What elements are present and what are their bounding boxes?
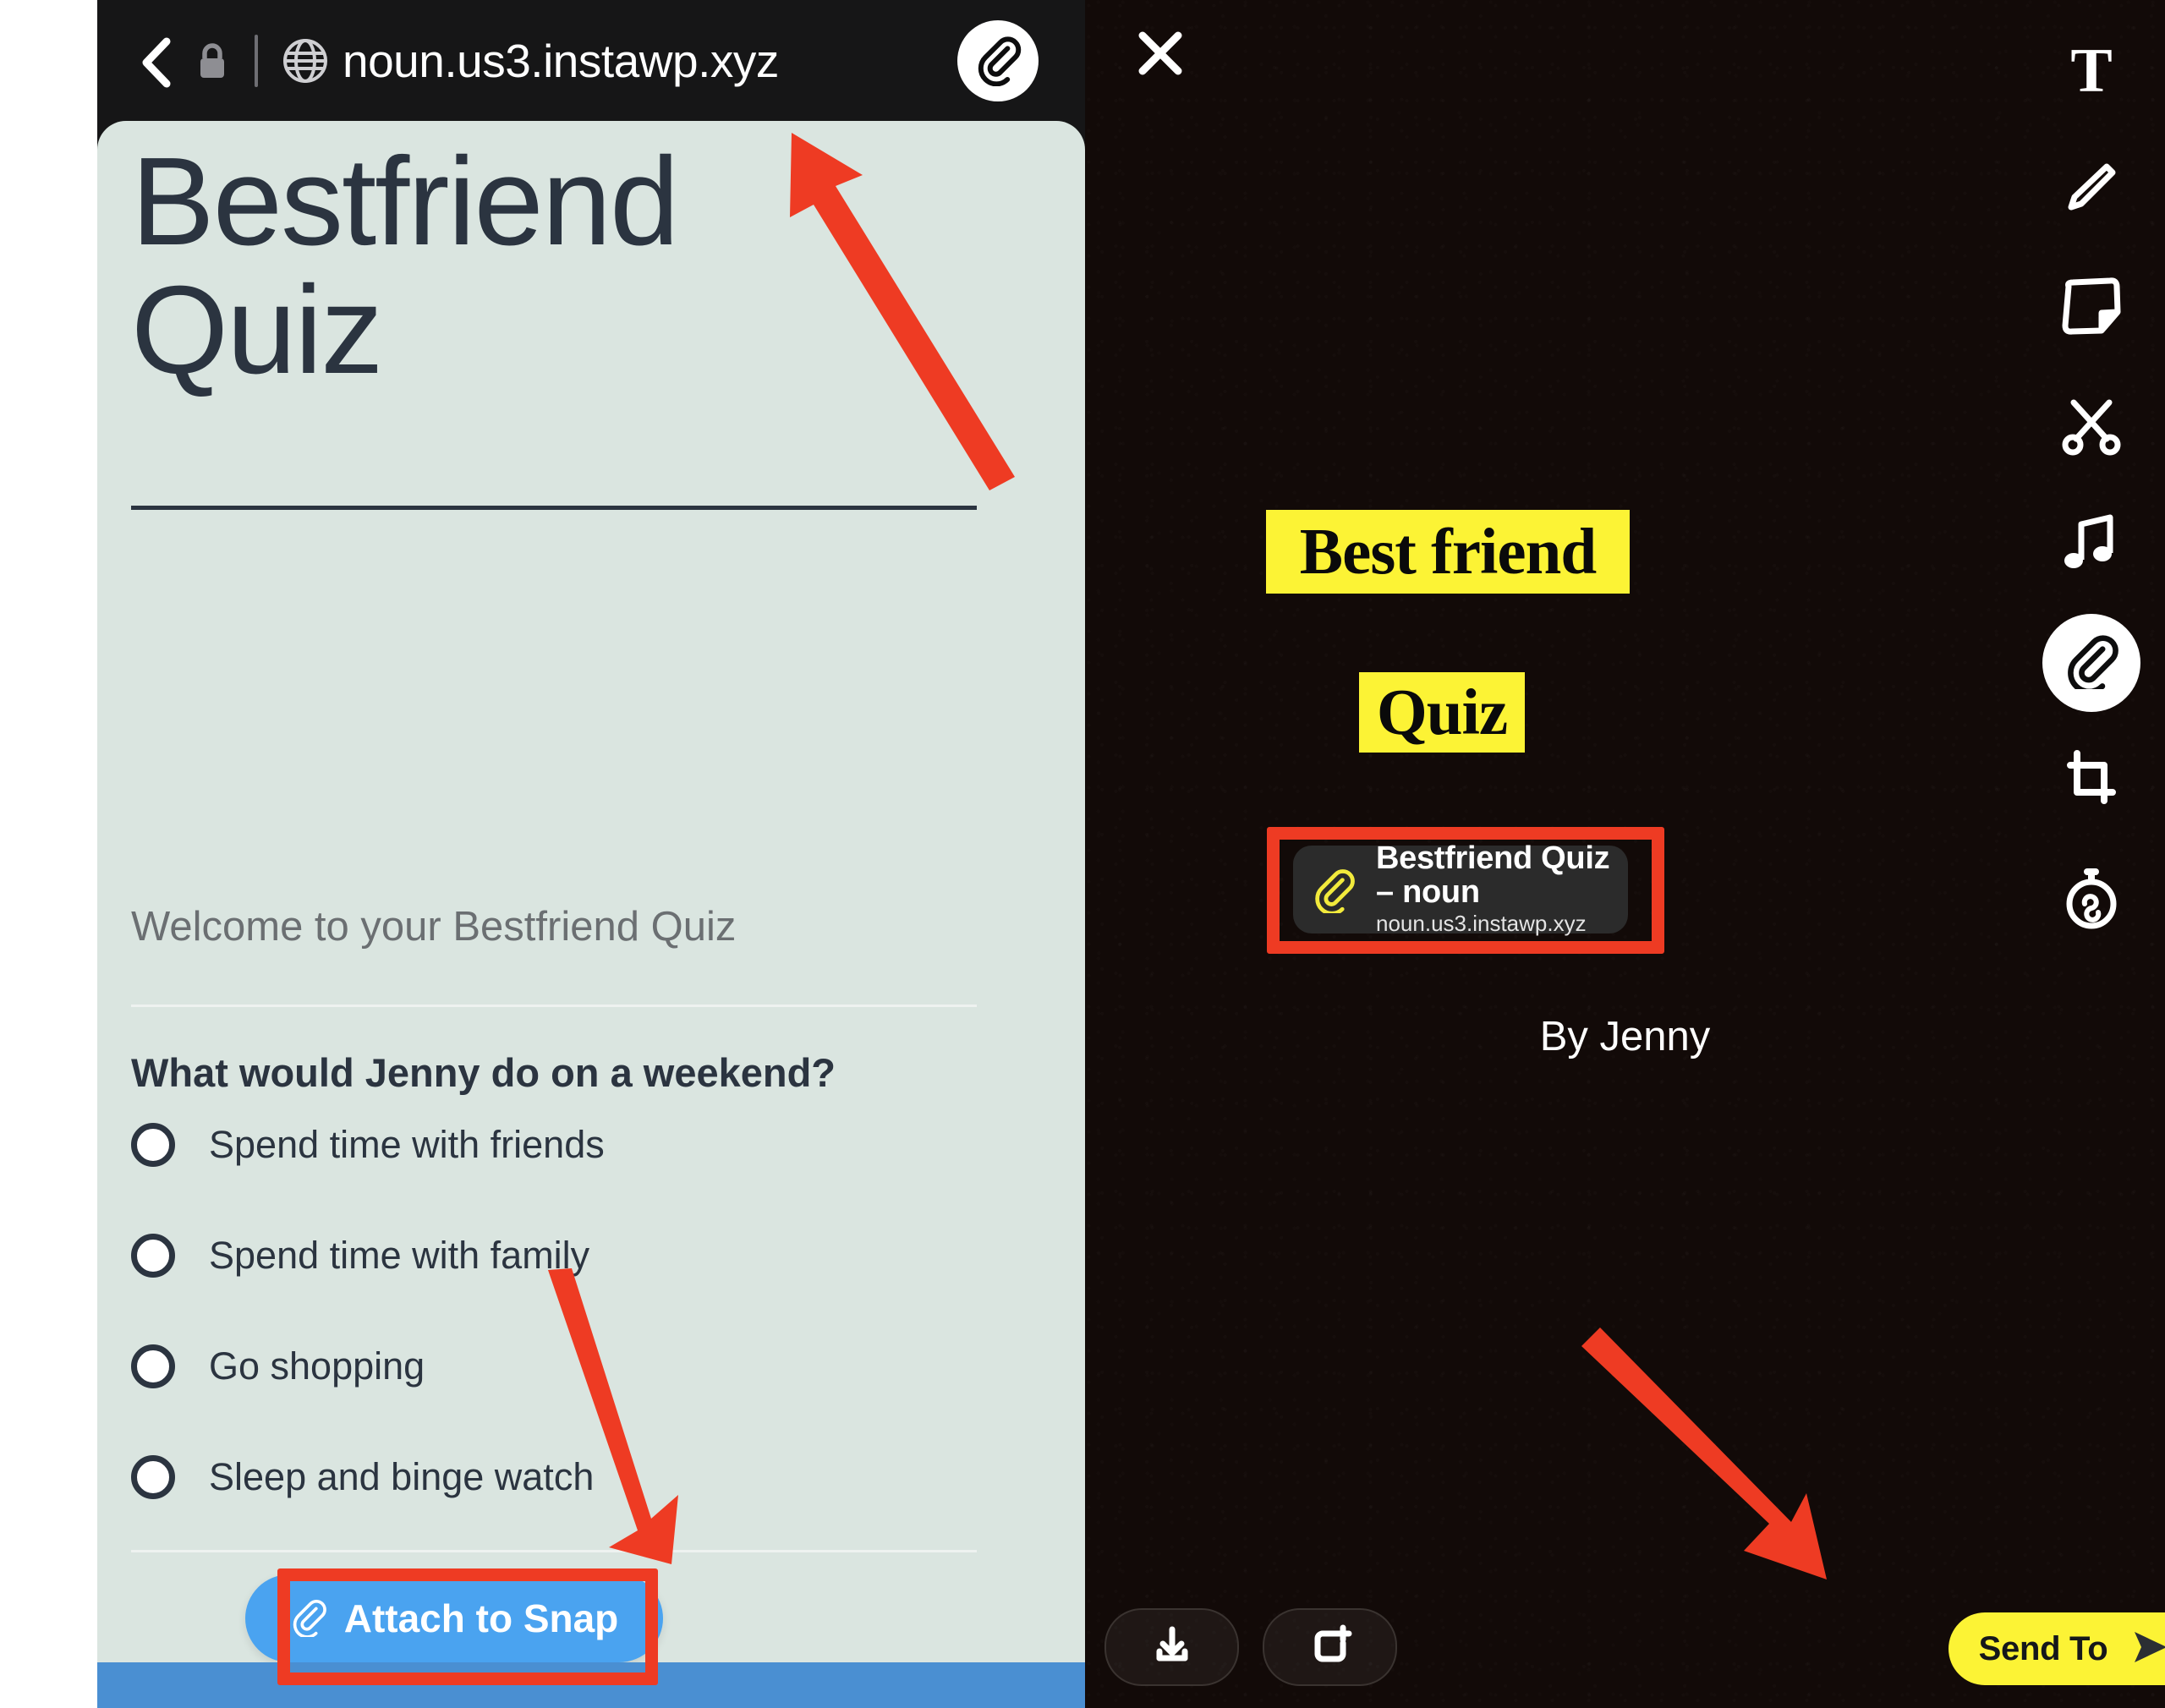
globe-icon <box>282 37 329 85</box>
browser-attach-paperclip-button[interactable] <box>957 19 1039 101</box>
inapp-browser-panel: noun.us3.instawp.xyz Bestfriend Quiz Wel… <box>97 0 1085 1708</box>
music-tool-button[interactable] <box>2041 485 2142 604</box>
attachment-tool-button[interactable] <box>2041 604 2142 722</box>
quiz-option[interactable]: Sleep and binge watch <box>131 1449 994 1505</box>
text-sticker-quiz[interactable]: Quiz <box>1359 672 1525 753</box>
quiz-option-label: Sleep and binge watch <box>209 1455 595 1498</box>
title-divider <box>131 506 977 510</box>
radio-button[interactable] <box>131 1455 175 1499</box>
close-icon[interactable] <box>1119 12 1202 95</box>
quiz-option[interactable]: Spend time with family <box>131 1228 994 1284</box>
snap-caption[interactable]: By Jenny <box>1085 1013 2165 1060</box>
highlight-attach-to-snap <box>277 1568 658 1685</box>
add-to-story-icon <box>1307 1623 1353 1672</box>
quiz-page-content: Bestfriend Quiz Welcome to your Bestfrie… <box>97 121 1085 1708</box>
send-to-label: Send To <box>1978 1629 2108 1667</box>
download-icon <box>1149 1623 1195 1672</box>
pencil-icon <box>2058 155 2124 225</box>
snap-tool-rail: T <box>2036 12 2146 959</box>
quiz-options-list: Spend time with friends Spend time with … <box>131 1117 994 1505</box>
browser-address-bar: noun.us3.instawp.xyz <box>97 0 1085 121</box>
snap-editor-panel: T Best friend Quiz Bestfriend Quiz – nou… <box>1085 0 2165 1708</box>
music-note-icon <box>2061 511 2122 579</box>
text-t-icon: T <box>2070 36 2113 106</box>
crop-tool-button[interactable] <box>2041 722 2142 840</box>
welcome-message: Welcome to your Bestfriend Quiz <box>131 904 737 950</box>
scissors-icon <box>2059 392 2124 461</box>
draw-tool-button[interactable] <box>2041 130 2142 249</box>
send-arrow-icon <box>2129 1629 2165 1670</box>
quiz-option-label: Spend time with friends <box>209 1123 605 1166</box>
radio-button[interactable] <box>131 1123 175 1167</box>
add-to-story-button[interactable] <box>1263 1608 1397 1686</box>
radio-button[interactable] <box>131 1344 175 1388</box>
send-to-button[interactable]: Send To <box>1948 1612 2165 1685</box>
timer-tool-button[interactable] <box>2041 840 2142 959</box>
content-divider-1 <box>131 1005 977 1007</box>
text-tool-button[interactable]: T <box>2041 12 2142 130</box>
paperclip-icon <box>2064 633 2119 694</box>
screenshot-stage: noun.us3.instawp.xyz Bestfriend Quiz Wel… <box>0 0 2165 1708</box>
scissors-tool-button[interactable] <box>2041 367 2142 485</box>
quiz-option-label: Spend time with family <box>209 1234 590 1277</box>
quiz-option-label: Go shopping <box>209 1344 425 1388</box>
sticker-text: Best friend <box>1299 515 1597 588</box>
quiz-option[interactable]: Spend time with friends <box>131 1117 994 1173</box>
back-chevron-icon[interactable] <box>138 36 177 87</box>
address-bar-divider <box>255 34 258 87</box>
text-sticker-bestfriend[interactable]: Best friend <box>1266 510 1630 594</box>
radio-button[interactable] <box>131 1234 175 1278</box>
content-divider-2 <box>131 1550 977 1552</box>
timer-infinity-icon <box>2058 863 2125 937</box>
quiz-option[interactable]: Go shopping <box>131 1338 994 1394</box>
sticker-tool-button[interactable] <box>2041 249 2142 367</box>
sticker-text: Quiz <box>1376 676 1508 748</box>
lock-icon <box>195 41 229 80</box>
url-text[interactable]: noun.us3.instawp.xyz <box>343 34 779 88</box>
sticker-icon <box>2058 275 2125 342</box>
highlight-attachment-card <box>1267 827 1664 954</box>
crop-icon <box>2060 748 2123 815</box>
save-snap-button[interactable] <box>1104 1608 1239 1686</box>
quiz-question: What would Jenny do on a weekend? <box>131 1050 836 1095</box>
page-title: Bestfriend Quiz <box>131 132 679 401</box>
